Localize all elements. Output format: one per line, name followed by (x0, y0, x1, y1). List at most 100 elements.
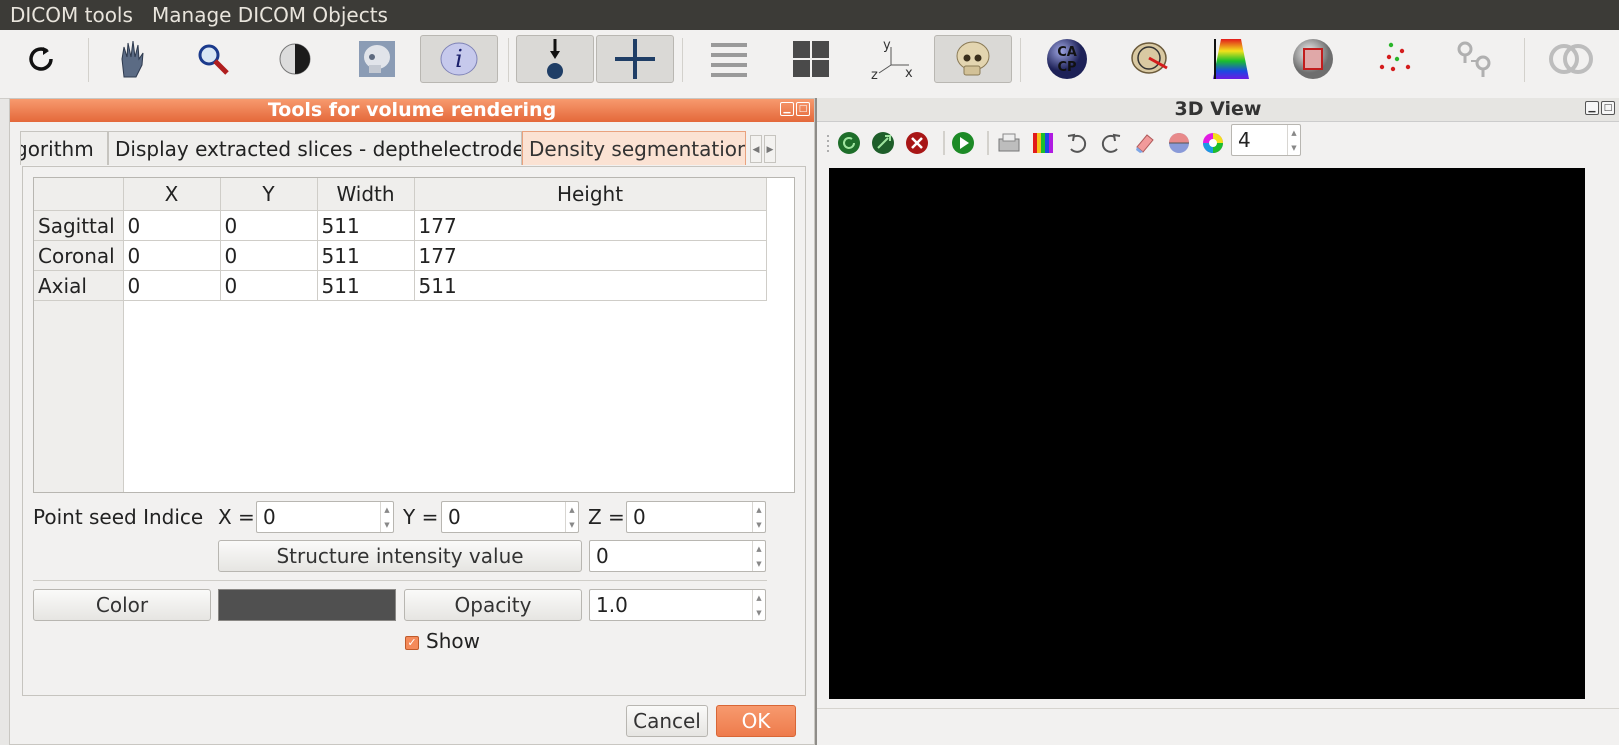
menu-dicom-tools[interactable]: DICOM tools (10, 3, 133, 27)
row-header-axial[interactable]: Axial (34, 270, 124, 301)
axis-x-label: x (905, 66, 913, 81)
cell-y[interactable]: 0 (220, 270, 318, 301)
view-titlebar: 3D View ▁ □ (817, 98, 1619, 122)
info-button[interactable]: i (420, 35, 498, 83)
seed-z-spinbox[interactable]: 0 ▲ ▼ (626, 501, 766, 533)
view-erase-button[interactable] (1133, 131, 1157, 155)
column-header-width[interactable]: Width (317, 178, 415, 211)
color-button[interactable]: Color (33, 589, 211, 621)
crosshair-button[interactable] (596, 35, 674, 83)
cell-x[interactable]: 0 (123, 210, 221, 241)
row-header-coronal[interactable]: Coronal (34, 240, 124, 271)
view-redo-button[interactable] (1099, 131, 1123, 155)
view-bottom-separator (817, 708, 1619, 709)
cell-width[interactable]: 511 (317, 270, 415, 301)
rings-button[interactable] (1532, 35, 1610, 83)
view-reset-button[interactable] (837, 131, 861, 155)
tab-scroll-left-icon[interactable]: ◀ (750, 135, 762, 163)
spin-down-icon[interactable]: ▼ (756, 521, 761, 529)
point-seed-label: Point seed Indice (33, 505, 204, 529)
panel-maximize-button[interactable]: □ (796, 102, 810, 116)
opacity-spinbox[interactable]: 1.0 ▲ ▼ (589, 589, 766, 621)
cell-y[interactable]: 0 (220, 210, 318, 241)
table-corner (34, 178, 124, 211)
cell-x[interactable]: 0 (123, 270, 221, 301)
tab-density-segmentation[interactable]: Density segmentation (522, 131, 746, 165)
cell-width[interactable]: 511 (317, 210, 415, 241)
cell-x[interactable]: 0 (123, 240, 221, 271)
spin-down-icon[interactable]: ▼ (384, 521, 389, 529)
cancel-button[interactable]: Cancel (626, 705, 708, 737)
spin-up-icon[interactable]: ▲ (1291, 129, 1296, 137)
spin-up-icon[interactable]: ▲ (756, 594, 761, 602)
electrodes-button[interactable] (1438, 35, 1516, 83)
seed-x-spinbox[interactable]: 0 ▲ ▼ (256, 501, 394, 533)
probe-button[interactable] (516, 35, 594, 83)
view-print-button[interactable] (997, 131, 1021, 155)
slices-table: X Y Width Height Sagittal 0 0 511 177 Co… (33, 177, 795, 493)
tab-algorithm[interactable]: gorithm (20, 131, 108, 165)
pan-button[interactable] (94, 35, 172, 83)
tab-scroll-right-icon[interactable]: ▶ (764, 135, 776, 163)
spin-up-icon[interactable]: ▲ (569, 506, 574, 514)
spin-up-icon[interactable]: ▲ (756, 545, 761, 553)
contrast-button[interactable] (256, 35, 334, 83)
spin-down-icon[interactable]: ▼ (569, 521, 574, 529)
column-header-y[interactable]: Y (220, 178, 318, 211)
view-rotate-button[interactable] (871, 131, 895, 155)
seed-y-spinbox[interactable]: 0 ▲ ▼ (441, 501, 579, 533)
ca-cp-button[interactable]: CA CP (1028, 35, 1106, 83)
cell-width[interactable]: 511 (317, 240, 415, 271)
volume-rendering-tools-panel: Tools for volume rendering ▁ □ gorithm D… (9, 98, 815, 745)
3d-viewport[interactable] (829, 168, 1585, 699)
zoom-button[interactable] (174, 35, 252, 83)
structure-intensity-button[interactable]: Structure intensity value (218, 540, 582, 572)
svg-text:i: i (455, 45, 463, 73)
xray-button[interactable] (338, 35, 416, 83)
tab-display-extracted-slices[interactable]: Display extracted slices - depthelectrod… (108, 131, 522, 165)
view-spinbox[interactable]: 4 ▲ ▼ (1231, 124, 1301, 156)
color-scale-button[interactable] (1192, 35, 1270, 83)
probe-point-icon (547, 39, 563, 79)
point-cloud-button[interactable] (1356, 35, 1434, 83)
slices-stack-icon (711, 43, 747, 77)
panel-minimize-button[interactable]: ▁ (780, 102, 794, 116)
layout-button[interactable] (772, 35, 850, 83)
volume-box-button[interactable] (1274, 35, 1352, 83)
axes-button[interactable]: y z x (854, 35, 932, 83)
grid-layout-icon (793, 41, 829, 77)
view-colormap-button[interactable] (1201, 131, 1225, 155)
cell-height[interactable]: 177 (414, 240, 767, 271)
view-colors-button[interactable] (1031, 131, 1055, 155)
column-header-x[interactable]: X (123, 178, 221, 211)
view-play-button[interactable] (951, 131, 975, 155)
show-checkbox[interactable]: ✓ (405, 636, 419, 650)
slices-button[interactable] (690, 35, 768, 83)
menubar: DICOM tools Manage DICOM Objects (0, 0, 1619, 30)
view-minimize-button[interactable]: ▁ (1585, 101, 1599, 115)
spin-up-icon[interactable]: ▲ (756, 506, 761, 514)
head-measure-button[interactable] (1110, 35, 1188, 83)
cell-height[interactable]: 177 (414, 210, 767, 241)
row-header-sagittal[interactable]: Sagittal (34, 210, 124, 241)
ok-button[interactable]: OK (716, 705, 796, 737)
color-swatch[interactable] (218, 589, 396, 621)
view-clip-button[interactable] (1167, 131, 1191, 155)
menu-manage-dicom-objects[interactable]: Manage DICOM Objects (152, 3, 388, 27)
spin-down-icon[interactable]: ▼ (1291, 144, 1296, 152)
view-close-button[interactable] (905, 131, 929, 155)
cell-height[interactable]: 511 (414, 270, 767, 301)
show-label[interactable]: Show (426, 629, 480, 653)
skull-3d-button[interactable] (934, 35, 1012, 83)
view-maximize-button[interactable]: □ (1601, 101, 1615, 115)
column-header-height[interactable]: Height (414, 178, 767, 211)
structure-intensity-spinbox[interactable]: 0 ▲ ▼ (589, 540, 766, 572)
spin-up-icon[interactable]: ▲ (384, 506, 389, 514)
panel-title: Tools for volume rendering (267, 99, 557, 121)
opacity-button[interactable]: Opacity (404, 589, 582, 621)
refresh-button[interactable] (2, 35, 80, 83)
spin-down-icon[interactable]: ▼ (756, 560, 761, 568)
cell-y[interactable]: 0 (220, 240, 318, 271)
spin-down-icon[interactable]: ▼ (756, 609, 761, 617)
view-undo-button[interactable] (1065, 131, 1089, 155)
